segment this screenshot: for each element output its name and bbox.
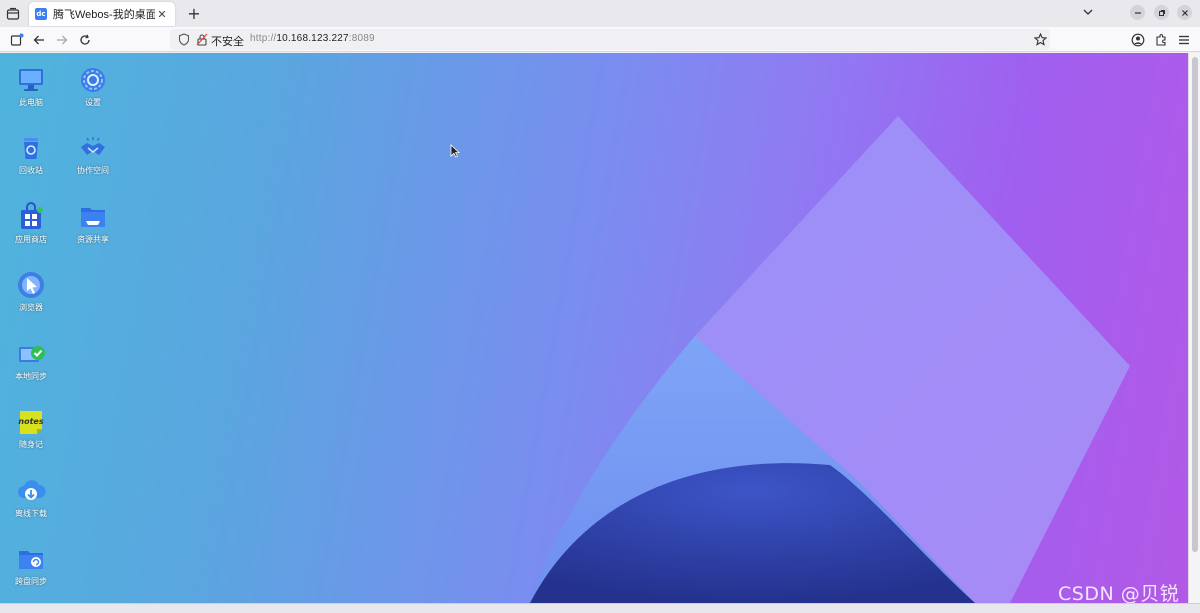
tab-overview-icon — [6, 7, 20, 20]
computer-icon — [19, 69, 43, 91]
close-window-button[interactable] — [1177, 5, 1192, 20]
desktop-icon-label: 浏览器 — [19, 303, 43, 312]
desktop-icon-label: 随身记 — [19, 440, 43, 449]
notes-icon: notes — [18, 411, 44, 434]
hamburger-menu-icon — [1179, 35, 1189, 45]
webos-desktop: 此电脑 设置 回收站 协作空间 应用商店 资源共享 浏览器 本地同步 notes… — [0, 53, 1200, 603]
desktop-icon-collab-space[interactable]: 协作空间 — [68, 133, 118, 176]
cross-disk-sync-icon — [19, 551, 43, 569]
close-icon — [1181, 9, 1188, 16]
cloud-download-icon — [18, 480, 46, 500]
desktop-icon-label: 协作空间 — [77, 166, 109, 175]
reload-button[interactable] — [76, 31, 94, 49]
vertical-scrollbar[interactable] — [1188, 53, 1200, 603]
list-all-tabs-button[interactable] — [1080, 4, 1096, 20]
desktop-icon-app-store[interactable]: 应用商店 — [6, 202, 56, 245]
desktop-icon-label: 离线下载 — [15, 509, 47, 518]
navigation-bar: 不安全 http://10.168.123.227:8089 — [0, 27, 1200, 52]
reload-icon — [80, 34, 90, 45]
scrollbar-thumb[interactable] — [1192, 57, 1198, 552]
desktop-icon-label: 回收站 — [19, 166, 43, 175]
puzzle-icon — [1156, 34, 1166, 46]
bookmark-star-icon[interactable] — [1034, 33, 1047, 46]
minimize-icon — [1134, 11, 1141, 14]
browser-window: dc 腾飞Webos-我的桌面 ✕ + 不安全 http://10.168.12… — [0, 0, 1200, 613]
desktop-icon-settings[interactable]: 设置 — [68, 65, 118, 108]
menu-button[interactable] — [1175, 31, 1193, 49]
extensions-button[interactable] — [1152, 31, 1170, 49]
desktop-icon-label: 本地同步 — [15, 372, 47, 381]
desktop-icon-this-pc[interactable]: 此电脑 — [6, 65, 56, 108]
url-host: 10.168.123.227 — [276, 33, 349, 44]
desktop-icon-notes[interactable]: notes 随身记 — [6, 407, 56, 450]
restore-button[interactable] — [1154, 5, 1169, 20]
url-port: :8089 — [348, 33, 375, 44]
close-tab-icon[interactable]: ✕ — [155, 7, 169, 21]
horizontal-scrollbar[interactable] — [0, 603, 1200, 613]
arrow-left-icon — [33, 35, 44, 45]
sidebar-button[interactable] — [8, 31, 26, 49]
tab-bar: dc 腾飞Webos-我的桌面 ✕ + — [0, 0, 1200, 27]
notes-glyph-text: notes — [18, 417, 43, 426]
sidebar-icon — [10, 33, 24, 46]
tab-title: 腾飞Webos-我的桌面 — [53, 9, 155, 21]
desktop-icon-label: 资源共享 — [77, 235, 109, 244]
insecure-lock-icon[interactable] — [196, 33, 208, 46]
app-store-icon — [21, 202, 43, 229]
url-text[interactable]: http://10.168.123.227:8089 — [250, 33, 375, 44]
desktop-icon-recycle-bin[interactable]: 回收站 — [6, 133, 56, 176]
insecure-label: 不安全 — [211, 36, 244, 48]
shield-icon[interactable] — [178, 33, 190, 46]
chevron-down-icon — [1083, 9, 1093, 15]
desktop-icon-label: 跨盘同步 — [15, 577, 47, 586]
wallpaper — [528, 116, 1130, 603]
shared-folder-icon — [81, 208, 105, 227]
restore-icon — [1158, 9, 1165, 16]
back-button[interactable] — [30, 31, 48, 49]
desktop-icon-offline-download[interactable]: 离线下载 — [6, 476, 56, 519]
account-button[interactable] — [1129, 31, 1147, 49]
settings-icon — [81, 68, 105, 92]
desktop-icon-local-sync[interactable]: 本地同步 — [6, 339, 56, 382]
handshake-icon — [81, 137, 105, 155]
browser-icon — [18, 272, 44, 298]
desktop-icon-cross-disk-sync[interactable]: 跨盘同步 — [6, 544, 56, 587]
local-sync-icon — [19, 346, 45, 362]
arrow-right-icon — [57, 35, 68, 45]
new-tab-button[interactable]: + — [181, 2, 207, 26]
account-icon — [1131, 33, 1145, 47]
desktop-icon-label: 应用商店 — [15, 235, 47, 244]
tab-overview-button[interactable] — [0, 0, 26, 27]
tab-active[interactable]: dc 腾飞Webos-我的桌面 ✕ — [29, 2, 175, 26]
mouse-pointer-icon — [450, 144, 460, 158]
desktop-icon-shared-resources[interactable]: 资源共享 — [68, 202, 118, 245]
forward-button[interactable] — [53, 31, 71, 49]
url-bar[interactable]: 不安全 http://10.168.123.227:8089 — [170, 29, 1050, 50]
url-scheme: http:// — [250, 33, 277, 44]
desktop-icon-label: 此电脑 — [19, 98, 43, 107]
watermark-text: CSDN @贝锐 — [1058, 583, 1180, 603]
desktop-icon-browser[interactable]: 浏览器 — [6, 270, 56, 313]
minimize-button[interactable] — [1130, 5, 1145, 20]
site-favicon-icon: dc — [35, 8, 47, 20]
recycle-bin-icon — [24, 138, 38, 159]
desktop-icon-label: 设置 — [85, 98, 101, 107]
